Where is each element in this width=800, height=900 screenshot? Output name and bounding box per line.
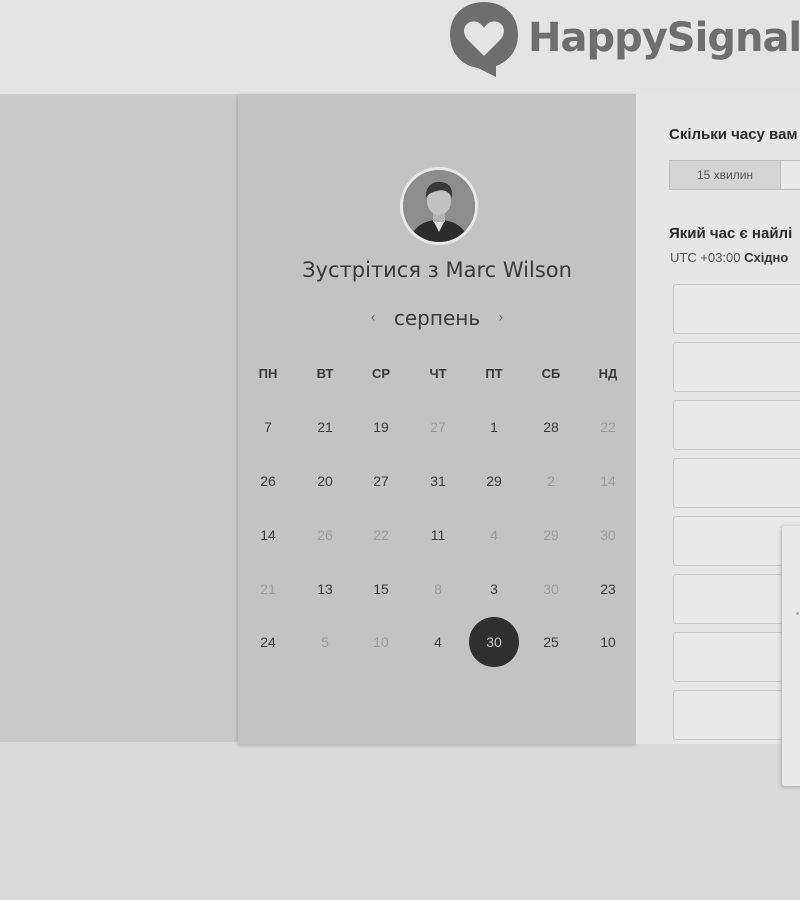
calendar-day: 10	[373, 634, 389, 650]
calendar-day: 29	[543, 527, 559, 543]
calendar-day[interactable]: 4	[413, 617, 463, 667]
duration-selector: 15 хвилин	[669, 160, 800, 190]
popup-card	[782, 526, 800, 786]
meeting-title: Зустрітися з Marc Wilson	[302, 258, 572, 282]
calendar-day: 22	[600, 419, 616, 435]
user-photo	[403, 170, 475, 242]
popup-marker	[796, 612, 799, 615]
weekday-header: ПН ВТ СР ЧТ ПТ СБ НД	[238, 366, 636, 386]
time-slot-button[interactable]	[673, 400, 800, 450]
calendar-day[interactable]: 31	[413, 456, 463, 506]
time-slot-button[interactable]	[673, 574, 800, 624]
duration-question: Скільки часу вам	[669, 126, 798, 143]
calendar-day[interactable]: 19	[356, 402, 406, 452]
calendar-day[interactable]: 3	[469, 564, 519, 614]
calendar-day[interactable]: 25	[526, 617, 576, 667]
avatar	[400, 167, 478, 245]
calendar-day[interactable]: 10	[583, 617, 633, 667]
time-slot-button[interactable]	[673, 284, 800, 334]
calendar-day: 2	[547, 473, 555, 489]
calendar-day[interactable]: 7	[243, 402, 293, 452]
weekday-label: ПТ	[485, 366, 503, 381]
backdrop	[0, 94, 238, 742]
time-slot-button[interactable]	[673, 342, 800, 392]
calendar-day: 22	[373, 527, 389, 543]
weekday-label: ПН	[258, 366, 278, 381]
calendar-day[interactable]: 24	[243, 617, 293, 667]
weekday-label: ЧТ	[429, 366, 447, 381]
weekday-label: СБ	[541, 366, 561, 381]
calendar-day[interactable]: 1	[469, 402, 519, 452]
calendar-day[interactable]: 11	[413, 510, 463, 560]
time-slot-button[interactable]	[673, 458, 800, 508]
calendar-day[interactable]: 15	[356, 564, 406, 614]
booking-panel: Скільки часу вам 15 хвилин Який час є на…	[636, 94, 800, 744]
calendar-day[interactable]: 14	[243, 510, 293, 560]
selected-day[interactable]: 30	[469, 617, 519, 667]
calendar-day[interactable]: 13	[300, 564, 350, 614]
calendar-day[interactable]: 20	[300, 456, 350, 506]
time-question: Який час є найлі	[669, 225, 793, 242]
calendar-day: 30	[543, 581, 559, 597]
header-bar: HappySignal	[0, 0, 800, 94]
happysignal-logo[interactable]: HappySignal	[446, 0, 800, 80]
time-slot-button[interactable]	[673, 690, 800, 740]
time-slot-button[interactable]	[673, 632, 800, 682]
calendar-day: 14	[600, 473, 616, 489]
calendar-day[interactable]: 26	[243, 456, 293, 506]
calendar-day: 8	[434, 581, 442, 597]
chevron-right-icon[interactable]: ›	[498, 310, 504, 326]
weekday-label: ВТ	[316, 366, 334, 381]
month-navigation: ‹ серпень ›	[238, 306, 636, 330]
calendar-day: 21	[260, 581, 276, 597]
heart-speech-bubble-icon	[450, 2, 518, 77]
timezone-label[interactable]: UTC +03:00 Східно	[670, 250, 788, 265]
calendar-day: 30	[600, 527, 616, 543]
time-slot-button[interactable]	[673, 516, 800, 566]
duration-option-15[interactable]: 15 хвилин	[669, 160, 781, 190]
calendar-panel: Зустрітися з Marc Wilson ‹ серпень › ПН В…	[238, 94, 636, 744]
calendar-day: 26	[317, 527, 333, 543]
calendar-day[interactable]: 28	[526, 402, 576, 452]
brand-name: HappySignal	[528, 15, 800, 61]
calendar-day[interactable]: 27	[356, 456, 406, 506]
weekday-label: НД	[598, 366, 618, 381]
calendar-day[interactable]: 23	[583, 564, 633, 614]
calendar-day: 4	[490, 527, 498, 543]
calendar-day[interactable]: 21	[300, 402, 350, 452]
calendar-day: 27	[430, 419, 446, 435]
calendar-day: 5	[321, 634, 329, 650]
chevron-left-icon[interactable]: ‹	[370, 310, 376, 326]
duration-option-next[interactable]	[781, 160, 800, 190]
month-label: серпень	[393, 306, 481, 330]
weekday-label: СР	[371, 366, 391, 381]
calendar-day[interactable]: 29	[469, 456, 519, 506]
